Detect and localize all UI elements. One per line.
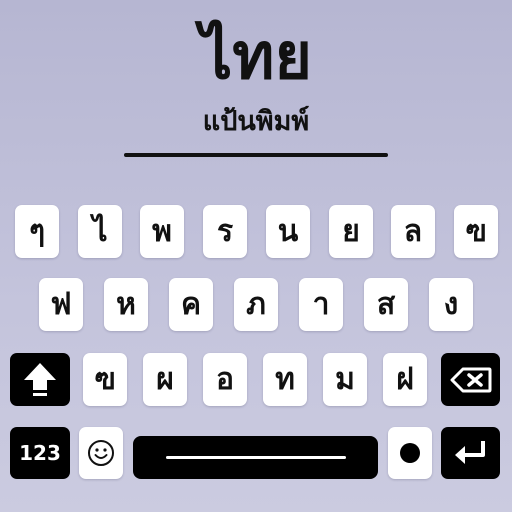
app-subtitle: แป้นพิมพ์ bbox=[202, 106, 310, 137]
key-row2-7[interactable]: ง bbox=[429, 278, 473, 331]
period-key[interactable] bbox=[388, 427, 432, 479]
key-row1-7[interactable]: ล bbox=[391, 205, 435, 258]
key-row2-2[interactable]: ห bbox=[104, 278, 148, 331]
key-row2-6[interactable]: ส bbox=[364, 278, 408, 331]
app-title: ไทย bbox=[200, 20, 312, 94]
space-bar[interactable] bbox=[133, 436, 378, 479]
shift-key[interactable] bbox=[10, 353, 70, 406]
space-bar-line bbox=[165, 456, 346, 459]
key-row1-8[interactable]: ฃ bbox=[454, 205, 498, 258]
key-row3-1[interactable]: ฃ bbox=[83, 353, 127, 406]
key-row3-4[interactable]: ท bbox=[263, 353, 307, 406]
key-row1-2[interactable]: ไ bbox=[78, 205, 122, 258]
key-row2-3[interactable]: ค bbox=[169, 278, 213, 331]
key-row1-5[interactable]: น bbox=[266, 205, 310, 258]
emoji-key[interactable] bbox=[79, 427, 123, 479]
key-row1-4[interactable]: ร bbox=[203, 205, 247, 258]
shift-arrow-up-icon bbox=[24, 362, 56, 396]
numbers-key-label: 123 bbox=[19, 441, 61, 465]
key-row3-5[interactable]: ม bbox=[323, 353, 367, 406]
title-underline bbox=[124, 153, 388, 157]
key-row1-1[interactable]: ๆ bbox=[15, 205, 59, 258]
key-row2-4[interactable]: ภ bbox=[234, 278, 278, 331]
key-row3-2[interactable]: ผ bbox=[143, 353, 187, 406]
backspace-icon bbox=[450, 367, 491, 392]
key-row3-3[interactable]: อ bbox=[203, 353, 247, 406]
backspace-key[interactable] bbox=[441, 353, 500, 406]
enter-return-icon bbox=[454, 441, 485, 464]
key-row1-3[interactable]: พ bbox=[140, 205, 184, 258]
key-row2-1[interactable]: ฟ bbox=[39, 278, 83, 331]
enter-key[interactable] bbox=[441, 427, 500, 479]
key-row3-6[interactable]: ฝ bbox=[383, 353, 427, 406]
key-row2-5[interactable]: า bbox=[299, 278, 343, 331]
dot-icon bbox=[400, 443, 420, 463]
numbers-key[interactable]: 123 bbox=[10, 427, 70, 479]
key-row1-6[interactable]: ย bbox=[329, 205, 373, 258]
smiley-icon bbox=[88, 440, 114, 466]
